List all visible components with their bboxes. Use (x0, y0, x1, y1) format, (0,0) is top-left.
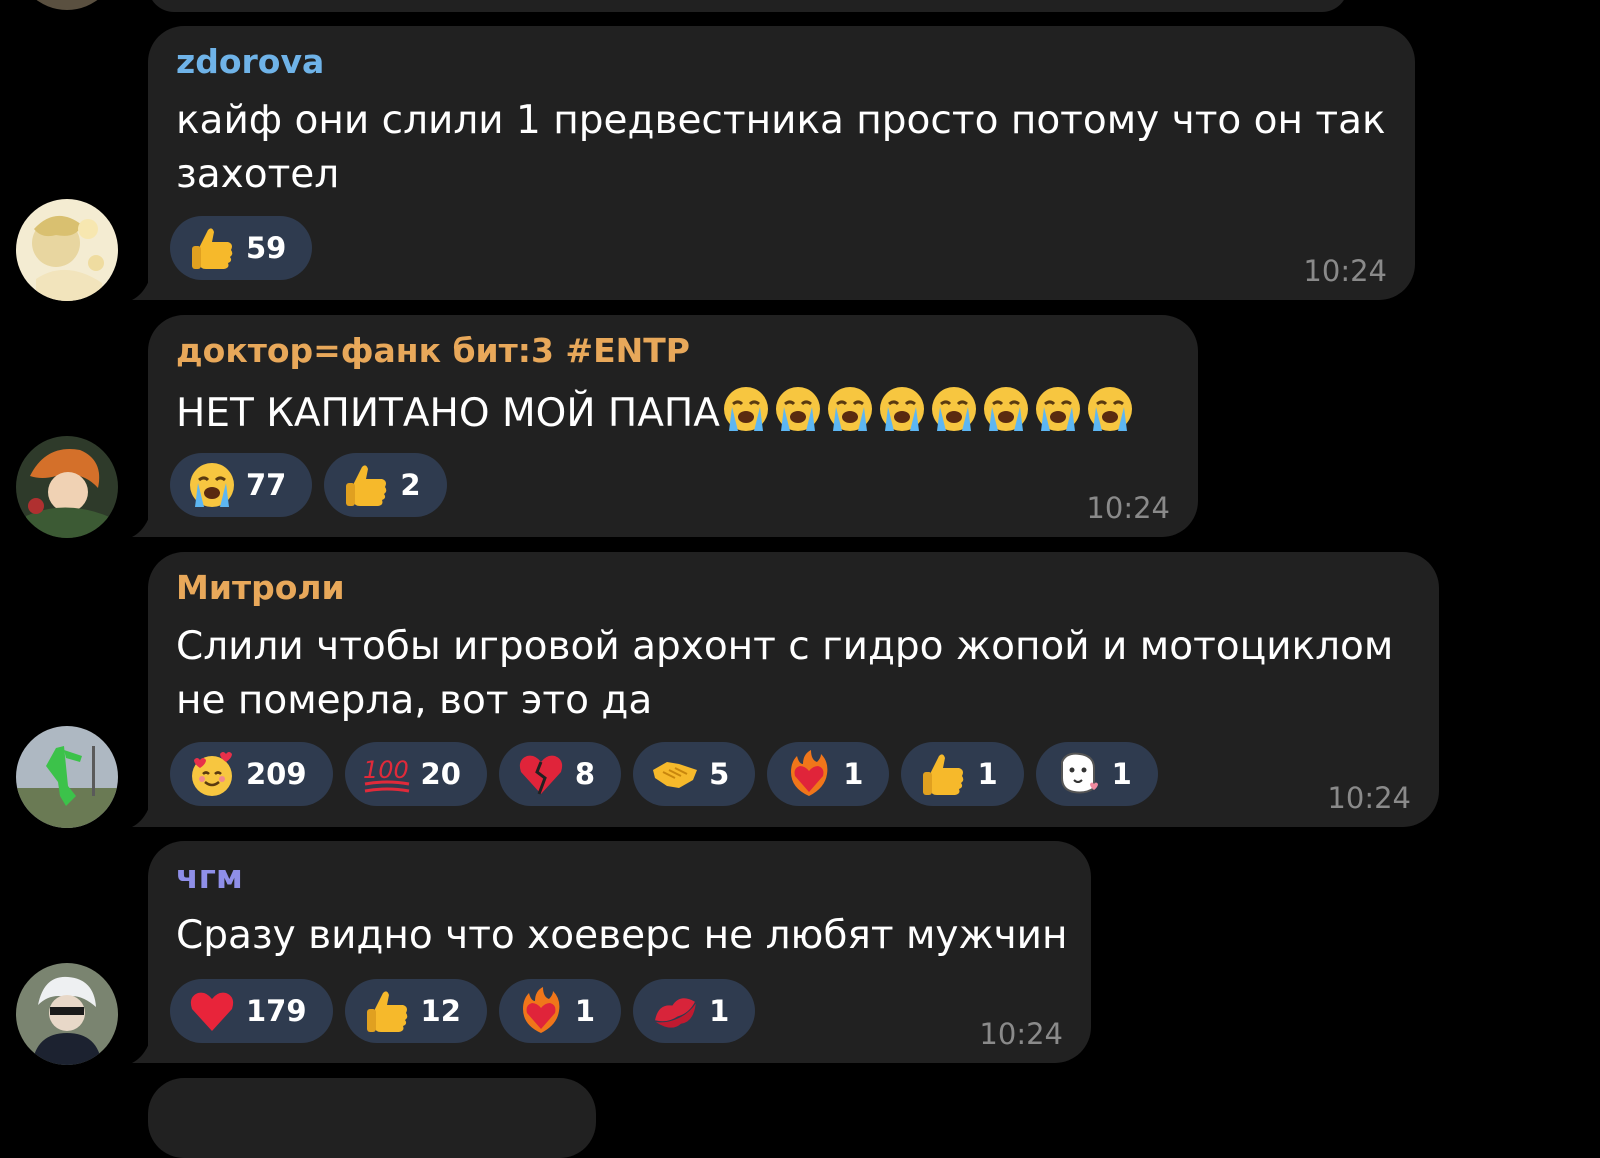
reaction-chip[interactable]: 209 (170, 742, 333, 806)
reaction-list: 59 (170, 216, 324, 280)
reaction-count: 1 (574, 994, 596, 1028)
loudly-crying-face-icon (876, 383, 928, 435)
partial-message-bubble-top (148, 0, 1348, 12)
bubble-tail (132, 1041, 150, 1063)
reaction-count: 1 (843, 757, 864, 791)
message-author[interactable]: чгм (176, 857, 243, 896)
reaction-chip[interactable]: 5 (633, 742, 756, 806)
reaction-chip[interactable]: 20 (344, 742, 487, 806)
message-text: НЕТ КАПИТАНО МОЙ ПАПА (176, 383, 1136, 441)
message-text: кайф они слили 1 предвестника просто пот… (176, 94, 1386, 202)
thumbs-up-icon (340, 459, 392, 511)
reaction-list: 179 12 1 1 (170, 979, 767, 1043)
loudly-crying-face-icon (1084, 383, 1136, 435)
loudly-crying-face-icon (928, 383, 980, 435)
message-bubble[interactable]: zdorova кайф они слили 1 предвестника пр… (132, 26, 1415, 300)
message-author[interactable]: zdorova (176, 42, 324, 81)
thumbs-up-icon (186, 222, 238, 274)
reaction-count: 179 (246, 994, 307, 1028)
bubble-tail (132, 515, 150, 537)
loudly-crying-face-icon (1032, 383, 1084, 435)
hundred-points-icon (361, 748, 413, 800)
thumbs-up-icon (361, 985, 413, 1037)
loudly-crying-face-icon (186, 459, 238, 511)
reaction-count: 1 (709, 994, 730, 1028)
message-author[interactable]: Митроли (176, 568, 345, 607)
message-author[interactable]: доктор=фанк бит:3 #ENTP (176, 331, 690, 370)
reaction-chip[interactable]: 8 (498, 742, 622, 806)
smiling-face-with-hearts-icon (186, 748, 238, 800)
reaction-chip[interactable]: 59 (170, 216, 313, 280)
reaction-count: 77 (246, 468, 287, 502)
message-text-line: Слили чтобы игровой архонт с гидро жопой… (176, 624, 1394, 669)
message-text-line: кайф они слили 1 предвестника просто пот… (176, 98, 1386, 143)
custom-sticker-icon (1052, 748, 1104, 800)
message-bubble[interactable]: доктор=фанк бит:3 #ENTP НЕТ КАПИТАНО МОЙ… (132, 315, 1198, 537)
message-text-line: Сразу видно что хоеверс не любят мужчин (176, 913, 1068, 958)
reaction-chip[interactable]: 1 (901, 742, 1024, 806)
message-time: 10:24 (1303, 254, 1387, 288)
loudly-crying-face-icon (824, 383, 876, 435)
loudly-crying-face-icon (772, 383, 824, 435)
reaction-count: 209 (246, 757, 307, 791)
reaction-chip[interactable]: 77 (170, 453, 313, 517)
reaction-chip[interactable]: 1 (1035, 742, 1158, 806)
reaction-count: 1 (1111, 757, 1132, 791)
message-text: Сразу видно что хоеверс не любят мужчин (176, 909, 1067, 963)
avatar[interactable] (16, 199, 118, 301)
bubble-tail (132, 805, 150, 827)
heart-on-fire-icon (783, 748, 835, 800)
loudly-crying-face-icon (980, 383, 1032, 435)
bubble-tail (132, 278, 150, 300)
reaction-list: 209 20 8 5 1 1 1 (170, 742, 1170, 806)
message-time: 10:24 (1086, 491, 1170, 525)
reaction-chip[interactable]: 179 (170, 979, 333, 1043)
message-time: 10:24 (979, 1017, 1063, 1051)
reaction-count: 12 (420, 994, 461, 1028)
reaction-chip[interactable]: 12 (344, 979, 487, 1043)
loudly-crying-face-icon (720, 383, 772, 435)
kiss-mark-icon (649, 985, 701, 1037)
reaction-count: 2 (400, 468, 421, 502)
message-bubble[interactable]: Митроли Слили чтобы игровой архонт с гид… (132, 552, 1439, 827)
message-text-line: не померла, вот это да (176, 678, 653, 723)
thumbs-up-icon (917, 748, 969, 800)
reaction-chip[interactable]: 1 (498, 979, 622, 1043)
reaction-chip[interactable]: 2 (324, 453, 447, 517)
message-text-line: НЕТ КАПИТАНО МОЙ ПАПА (176, 391, 720, 436)
message-time: 10:24 (1327, 781, 1411, 815)
reaction-list: 77 2 (170, 453, 459, 517)
heart-on-fire-icon (515, 985, 567, 1037)
avatar[interactable] (16, 436, 118, 538)
red-heart-icon (186, 985, 238, 1037)
reaction-count: 8 (574, 757, 596, 791)
broken-heart-icon (515, 748, 567, 800)
avatar[interactable] (16, 963, 118, 1065)
reaction-count: 20 (420, 757, 461, 791)
message-text-line: захотел (176, 152, 340, 197)
message-text: Слили чтобы игровой архонт с гидро жопой… (176, 620, 1393, 728)
avatar[interactable] (16, 726, 118, 828)
reaction-chip[interactable]: 1 (633, 979, 756, 1043)
reaction-count: 5 (709, 757, 730, 791)
message-bubble[interactable]: чгм Сразу видно что хоеверс не любят муж… (132, 841, 1091, 1063)
avatar-partial-top[interactable] (16, 0, 118, 10)
reaction-count: 1 (977, 757, 998, 791)
reaction-chip[interactable]: 1 (767, 742, 890, 806)
partial-message-bubble-bottom (148, 1078, 596, 1158)
handshake-icon (649, 748, 701, 800)
reaction-count: 59 (246, 231, 287, 265)
